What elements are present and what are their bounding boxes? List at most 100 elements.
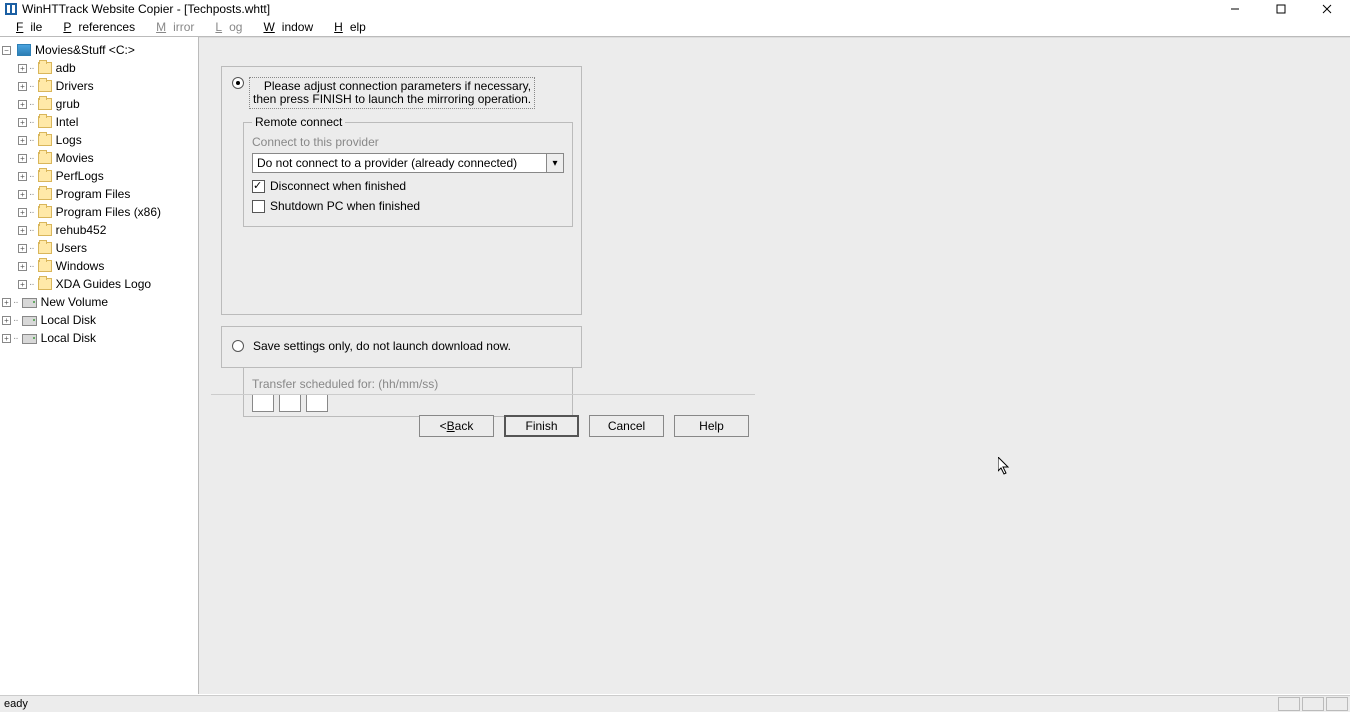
expand-icon[interactable]: + — [18, 64, 27, 73]
tree-item-label: Movies — [56, 151, 94, 165]
expand-icon[interactable]: + — [18, 280, 27, 289]
expand-icon[interactable]: + — [2, 298, 11, 307]
tree-item-label: Logs — [56, 133, 82, 147]
provider-value: Do not connect to a provider (already co… — [253, 156, 546, 170]
menu-mirror[interactable]: Mirror — [142, 19, 201, 35]
tree-root[interactable]: − Movies&Stuff <C:> — [0, 41, 198, 59]
shutdown-row[interactable]: Shutdown PC when finished — [252, 199, 564, 213]
tree-item[interactable]: +··Program Files (x86) — [0, 203, 198, 221]
tree-item[interactable]: +··Intel — [0, 113, 198, 131]
tree-item[interactable]: +··rehub452 — [0, 221, 198, 239]
folder-icon — [38, 242, 52, 254]
folder-icon — [38, 188, 52, 200]
tree-item-label: XDA Guides Logo — [56, 277, 151, 291]
wizard-pane: Please adjust connection parameters if n… — [199, 37, 1350, 694]
option-save-only[interactable]: Save settings only, do not launch downlo… — [222, 327, 581, 365]
drive-icon — [22, 316, 37, 326]
help-button[interactable]: Help — [674, 415, 749, 437]
wizard-buttons: < Back Finish Cancel Help — [211, 394, 755, 437]
menu-window[interactable]: Window — [249, 19, 320, 35]
menu-help[interactable]: Help — [320, 19, 373, 35]
option-launch[interactable]: Please adjust connection parameters if n… — [232, 77, 535, 109]
body: − Movies&Stuff <C:> +··adb+··Drivers+··g… — [0, 36, 1350, 694]
expand-icon[interactable]: + — [2, 334, 11, 343]
expand-icon[interactable]: + — [18, 118, 27, 127]
tree-item[interactable]: +··PerfLogs — [0, 167, 198, 185]
expand-icon[interactable]: + — [18, 262, 27, 271]
panel-save-only: Save settings only, do not launch downlo… — [221, 326, 582, 368]
tree-item[interactable]: +··XDA Guides Logo — [0, 275, 198, 293]
tree-item[interactable]: +··Logs — [0, 131, 198, 149]
finish-button[interactable]: Finish — [504, 415, 579, 437]
tree-item[interactable]: +··Windows — [0, 257, 198, 275]
expand-icon[interactable]: + — [18, 190, 27, 199]
status-text: eady — [4, 698, 28, 710]
minimize-button[interactable] — [1212, 0, 1258, 18]
expand-icon[interactable]: + — [18, 244, 27, 253]
tree-item[interactable]: +··Users — [0, 239, 198, 257]
tree-item-label: rehub452 — [56, 223, 107, 237]
chevron-down-icon[interactable] — [546, 154, 563, 172]
status-pane — [1302, 697, 1324, 711]
hold-subtitle: Transfer scheduled for: (hh/mm/ss) — [252, 377, 564, 391]
menu-file[interactable]: File — [2, 19, 49, 35]
expand-icon[interactable]: + — [18, 100, 27, 109]
folder-icon — [38, 134, 52, 146]
tree-item-label: Intel — [56, 115, 79, 129]
tree-root-label: Movies&Stuff <C:> — [35, 43, 135, 57]
tree-item-label: Program Files (x86) — [56, 205, 161, 219]
drive-icon — [22, 298, 37, 308]
menu-log[interactable]: Log — [201, 19, 249, 35]
shutdown-checkbox[interactable] — [252, 200, 265, 213]
tree-drive[interactable]: +··Local Disk — [0, 329, 198, 347]
window-title: WinHTTrack Website Copier - [Techposts.w… — [22, 2, 270, 16]
disconnect-checkbox[interactable] — [252, 180, 265, 193]
cancel-button[interactable]: Cancel — [589, 415, 664, 437]
tree-item[interactable]: +··grub — [0, 95, 198, 113]
tree-item[interactable]: +··Drivers — [0, 77, 198, 95]
remote-legend: Remote connect — [252, 115, 345, 129]
folder-icon — [38, 80, 52, 92]
provider-combo[interactable]: Do not connect to a provider (already co… — [252, 153, 564, 173]
expand-icon[interactable]: + — [2, 316, 11, 325]
expand-icon[interactable]: + — [18, 208, 27, 217]
remote-subtitle: Connect to this provider — [252, 135, 564, 149]
tree-item-label: grub — [56, 97, 80, 111]
tree-drive-label: New Volume — [41, 295, 108, 309]
folder-icon — [38, 98, 52, 110]
tree-item-label: Windows — [56, 259, 105, 273]
status-panes — [1278, 697, 1350, 711]
maximize-button[interactable] — [1258, 0, 1304, 18]
drive-system-icon — [17, 44, 31, 56]
folder-icon — [38, 116, 52, 128]
tree-drive-label: Local Disk — [41, 313, 96, 327]
tree-drive-label: Local Disk — [41, 331, 96, 345]
expand-icon[interactable]: + — [18, 154, 27, 163]
instruction-text: Please adjust connection parameters if n… — [249, 77, 535, 109]
group-remote-connect: Remote connect Connect to this provider … — [243, 115, 573, 227]
tree-item[interactable]: +··Program Files — [0, 185, 198, 203]
status-pane — [1326, 697, 1348, 711]
tree-item-label: Program Files — [56, 187, 131, 201]
menu-preferences[interactable]: Preferences — [49, 19, 142, 35]
disconnect-label: Disconnect when finished — [270, 179, 406, 193]
tree-drive[interactable]: +··New Volume — [0, 293, 198, 311]
tree-drive[interactable]: +··Local Disk — [0, 311, 198, 329]
menubar: File Preferences Mirror Log Window Help — [0, 18, 1350, 36]
collapse-icon[interactable]: − — [2, 46, 11, 55]
tree-item[interactable]: +··adb — [0, 59, 198, 77]
expand-icon[interactable]: + — [18, 226, 27, 235]
folder-icon — [38, 260, 52, 272]
disconnect-row[interactable]: Disconnect when finished — [252, 179, 564, 193]
tree-item[interactable]: +··Movies — [0, 149, 198, 167]
expand-icon[interactable]: + — [18, 172, 27, 181]
back-button[interactable]: < Back — [419, 415, 494, 437]
expand-icon[interactable]: + — [18, 82, 27, 91]
tree-item-label: Drivers — [56, 79, 94, 93]
close-button[interactable] — [1304, 0, 1350, 18]
radio-save-only[interactable] — [232, 340, 244, 352]
radio-launch[interactable] — [232, 77, 244, 89]
folder-tree[interactable]: − Movies&Stuff <C:> +··adb+··Drivers+··g… — [0, 37, 199, 694]
folder-icon — [38, 278, 52, 290]
expand-icon[interactable]: + — [18, 136, 27, 145]
